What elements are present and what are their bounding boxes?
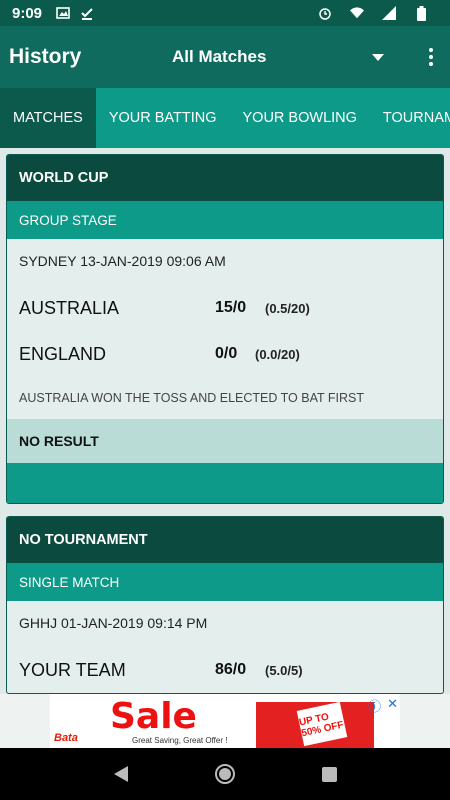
match-card[interactable]: NO TOURNAMENT SINGLE MATCH GHHJ 01-JAN-2… xyxy=(6,516,444,694)
ad-badge[interactable]: ⓘ ✕ xyxy=(368,696,398,715)
page-title: History xyxy=(9,45,82,68)
download-done-icon xyxy=(80,6,94,20)
recent-apps-icon[interactable] xyxy=(321,766,337,782)
match-filter-dropdown[interactable]: All Matches xyxy=(160,47,416,67)
ad-headline: Sale xyxy=(110,696,197,737)
overflow-menu-icon[interactable] xyxy=(416,26,446,88)
match-result: NO RESULT xyxy=(7,419,443,463)
team-overs: (0.0/20) xyxy=(255,346,300,362)
team-name: YOUR TEAM xyxy=(19,659,126,680)
status-time: 9:09 xyxy=(12,4,43,22)
chevron-down-icon xyxy=(372,53,384,61)
tab-your-batting[interactable]: YOUR BATTING xyxy=(96,88,230,148)
venue-datetime: SYDNEY 13-JAN-2019 09:06 AM xyxy=(19,253,226,269)
ad-banner[interactable]: Bata Sale Great Saving, Great Offer ! UP… xyxy=(0,694,450,748)
team-row: ENGLAND 0/0 (0.0/20) xyxy=(7,331,443,377)
tab-your-bowling[interactable]: YOUR BOWLING xyxy=(230,88,370,148)
system-nav-bar xyxy=(0,748,450,800)
team-row: AUSTRALIA 15/0 (0.5/20) xyxy=(7,285,443,331)
team-overs: (5.0/5) xyxy=(265,662,303,678)
alarm-icon xyxy=(318,6,332,20)
match-card[interactable]: WORLD CUP GROUP STAGE SYDNEY 13-JAN-2019… xyxy=(6,154,444,504)
team-score: 86/0 xyxy=(215,661,247,678)
ad-info-icon[interactable]: ⓘ xyxy=(368,696,381,715)
status-bar: 9:09 xyxy=(0,0,450,26)
team-name: ENGLAND xyxy=(19,343,107,364)
image-notification-icon xyxy=(56,6,70,20)
tournament-name: NO TOURNAMENT xyxy=(7,517,443,563)
ad-close-icon[interactable]: ✕ xyxy=(387,696,398,715)
match-stage: SINGLE MATCH xyxy=(7,563,443,601)
toss-info: AUSTRALIA WON THE TOSS AND ELECTED TO BA… xyxy=(19,391,364,405)
team-score: 15/0 xyxy=(215,299,247,316)
app-bar: History All Matches xyxy=(0,26,450,88)
team-row: YOUR TEAM 86/0 (5.0/5) xyxy=(7,647,443,693)
ad-creative[interactable]: Bata Sale Great Saving, Great Offer ! UP… xyxy=(50,694,400,748)
match-stage: GROUP STAGE xyxy=(7,201,443,239)
tab-tournaments[interactable]: TOURNAM xyxy=(370,88,450,148)
ad-brand: Bata xyxy=(54,732,78,744)
signal-icon xyxy=(382,6,396,20)
back-icon[interactable] xyxy=(113,766,128,782)
tournament-name: WORLD CUP xyxy=(7,155,443,201)
team-score: 0/0 xyxy=(215,345,238,362)
venue-datetime: GHHJ 01-JAN-2019 09:14 PM xyxy=(19,615,208,631)
match-filter-label: All Matches xyxy=(172,47,267,66)
tab-matches[interactable]: MATCHES xyxy=(0,88,96,148)
wifi-icon xyxy=(350,6,364,20)
team-name: AUSTRALIA xyxy=(19,297,120,318)
home-icon[interactable] xyxy=(214,764,235,784)
ad-tagline: Great Saving, Great Offer ! xyxy=(132,736,228,745)
match-list[interactable]: WORLD CUP GROUP STAGE SYDNEY 13-JAN-2019… xyxy=(0,148,450,694)
team-overs: (0.5/20) xyxy=(265,300,310,316)
card-footer xyxy=(7,463,443,503)
battery-icon xyxy=(414,5,428,21)
tab-bar: MATCHES YOUR BATTING YOUR BOWLING TOURNA… xyxy=(0,88,450,148)
